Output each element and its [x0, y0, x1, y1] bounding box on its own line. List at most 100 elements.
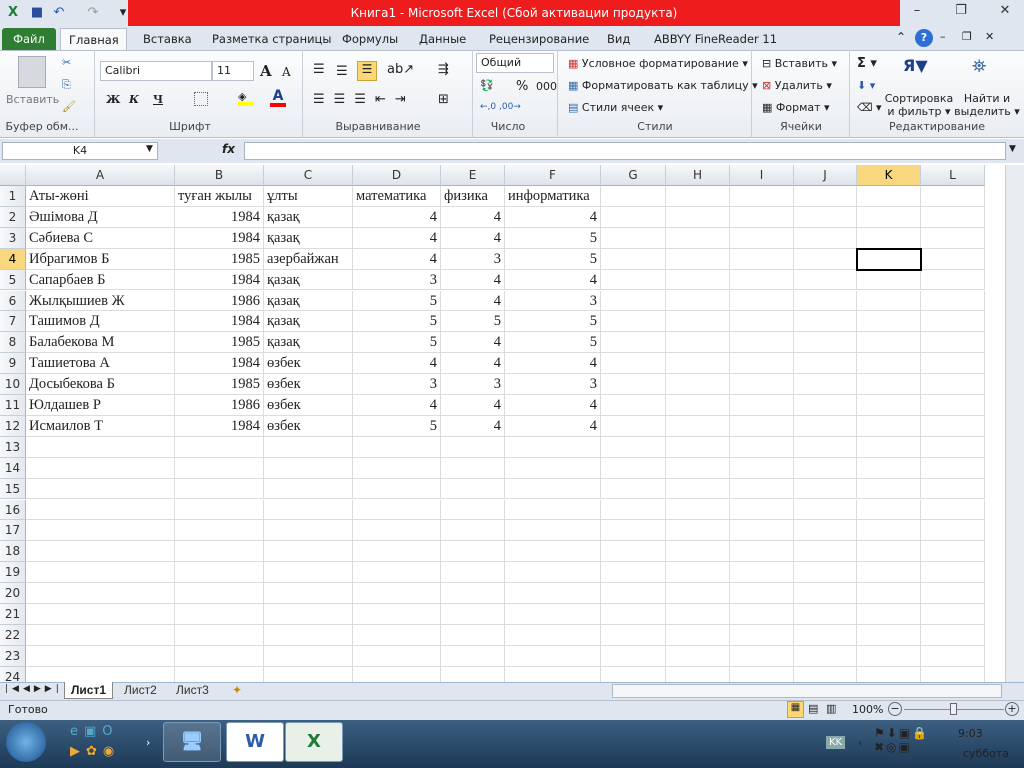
cell-I16[interactable]	[730, 499, 794, 521]
cell-E7[interactable]: 5	[441, 311, 505, 333]
fill-color-icon[interactable]: ◈	[238, 90, 254, 106]
cell-D18[interactable]	[353, 541, 441, 563]
cell-G6[interactable]	[601, 290, 666, 312]
number-format-select[interactable]: Общий	[476, 53, 554, 73]
cell-D1[interactable]: математика	[353, 186, 441, 207]
cell-L3[interactable]	[921, 227, 985, 249]
cell-B4[interactable]: 1985	[175, 248, 264, 270]
cell-J18[interactable]	[794, 541, 857, 563]
cell-G14[interactable]	[601, 457, 666, 479]
cell-D9[interactable]: 4	[353, 353, 441, 375]
expand-formula-bar-icon[interactable]: ▼	[1009, 144, 1016, 154]
cell-E22[interactable]	[441, 624, 505, 646]
sheet-nav-arrows-icon[interactable]: |◀◀▶▶|	[5, 684, 63, 694]
cell-L22[interactable]	[921, 624, 985, 646]
row-header-4[interactable]: 4	[0, 248, 26, 270]
name-box-dropdown-icon[interactable]: ▼	[146, 144, 153, 154]
cell-L18[interactable]	[921, 541, 985, 563]
quicklaunch-expand-icon[interactable]: ›	[146, 736, 150, 749]
zoom-in-button[interactable]: +	[1005, 702, 1019, 716]
tab-review[interactable]: Рецензирование	[481, 28, 597, 50]
cell-J11[interactable]	[794, 395, 857, 416]
cell-A23[interactable]	[26, 645, 175, 667]
cell-D15[interactable]	[353, 478, 441, 500]
row-header-12[interactable]: 12	[0, 415, 26, 437]
cell-A14[interactable]	[26, 457, 175, 479]
cell-L4[interactable]	[921, 248, 985, 270]
row-header-19[interactable]: 19	[0, 562, 26, 584]
cell-G22[interactable]	[601, 624, 666, 646]
normal-view-icon[interactable]: ▦	[787, 701, 804, 718]
cell-F19[interactable]	[505, 562, 601, 584]
cell-J12[interactable]	[794, 415, 857, 437]
cell-H23[interactable]	[666, 645, 730, 667]
cell-L21[interactable]	[921, 604, 985, 625]
tab-file[interactable]: Файл	[2, 28, 56, 50]
cell-E16[interactable]	[441, 499, 505, 521]
row-header-24[interactable]: 24	[0, 666, 26, 682]
cell-J10[interactable]	[794, 374, 857, 395]
sheet-tab-1[interactable]: Лист1	[64, 682, 114, 699]
format-cells-button[interactable]: ▦ Формат ▾	[762, 101, 830, 114]
cell-E8[interactable]: 4	[441, 332, 505, 354]
cell-B18[interactable]	[175, 541, 264, 563]
doc-restore-button[interactable]: ❐	[962, 30, 972, 43]
formula-input[interactable]	[244, 142, 1006, 160]
cell-C21[interactable]	[264, 604, 353, 625]
cell-B10[interactable]: 1985	[175, 374, 264, 395]
cell-J1[interactable]	[794, 186, 857, 207]
cell-F12[interactable]: 4	[505, 415, 601, 437]
cell-E12[interactable]: 4	[441, 415, 505, 437]
cell-K12[interactable]	[857, 415, 921, 437]
cell-K20[interactable]	[857, 583, 921, 604]
cell-B1[interactable]: туған жылы	[175, 186, 264, 207]
cell-A11[interactable]: Юлдашев Р	[26, 395, 175, 416]
cell-I6[interactable]	[730, 290, 794, 312]
cut-icon[interactable]: ✂	[62, 56, 71, 69]
column-header-C[interactable]: C	[264, 165, 353, 186]
cell-K10[interactable]	[857, 374, 921, 395]
select-all-corner[interactable]	[0, 165, 26, 186]
orientation-icon[interactable]: ab↗	[387, 62, 414, 77]
cell-K11[interactable]	[857, 395, 921, 416]
cell-G19[interactable]	[601, 562, 666, 584]
cell-C11[interactable]: өзбек	[264, 395, 353, 416]
page-break-view-icon[interactable]: ▥	[826, 702, 836, 715]
cell-K15[interactable]	[857, 478, 921, 500]
underline-button[interactable]: Ч	[153, 93, 163, 106]
cell-A10[interactable]: Досыбекова Б	[26, 374, 175, 395]
merge-center-icon[interactable]: ⊞	[438, 92, 449, 107]
cell-H7[interactable]	[666, 311, 730, 333]
cell-D22[interactable]	[353, 624, 441, 646]
cell-F24[interactable]	[505, 666, 601, 682]
align-top-icon[interactable]: ☰	[313, 62, 325, 77]
sheet-tab-3[interactable]: Лист3	[170, 682, 215, 699]
cell-K2[interactable]	[857, 206, 921, 228]
cell-A2[interactable]: Әшімова Д	[26, 206, 175, 228]
cell-A12[interactable]: Исмаилов Т	[26, 415, 175, 437]
cell-K3[interactable]	[857, 227, 921, 249]
zoom-level[interactable]: 100%	[852, 703, 883, 716]
cell-F13[interactable]	[505, 436, 601, 458]
cell-E11[interactable]: 4	[441, 395, 505, 416]
cell-E15[interactable]	[441, 478, 505, 500]
cell-I12[interactable]	[730, 415, 794, 437]
cell-L17[interactable]	[921, 520, 985, 542]
row-header-15[interactable]: 15	[0, 478, 26, 500]
cell-I23[interactable]	[730, 645, 794, 667]
clear-icon[interactable]: ⌫ ▾	[857, 101, 882, 114]
cell-C14[interactable]	[264, 457, 353, 479]
cell-B17[interactable]	[175, 520, 264, 542]
page-layout-view-icon[interactable]: ▤	[808, 702, 818, 715]
cell-C20[interactable]	[264, 583, 353, 604]
cell-E2[interactable]: 4	[441, 206, 505, 228]
cell-D2[interactable]: 4	[353, 206, 441, 228]
cell-F3[interactable]: 5	[505, 227, 601, 249]
quicklaunch-icons-row2[interactable]: ▶✿◉	[70, 744, 120, 759]
decimal-buttons-icon[interactable]: ←,0 ,00→	[480, 102, 521, 112]
tab-abbyy[interactable]: ABBYY FineReader 11	[646, 28, 785, 50]
cell-L13[interactable]	[921, 436, 985, 458]
cell-I13[interactable]	[730, 436, 794, 458]
cell-H15[interactable]	[666, 478, 730, 500]
zoom-slider-thumb[interactable]	[950, 703, 957, 715]
